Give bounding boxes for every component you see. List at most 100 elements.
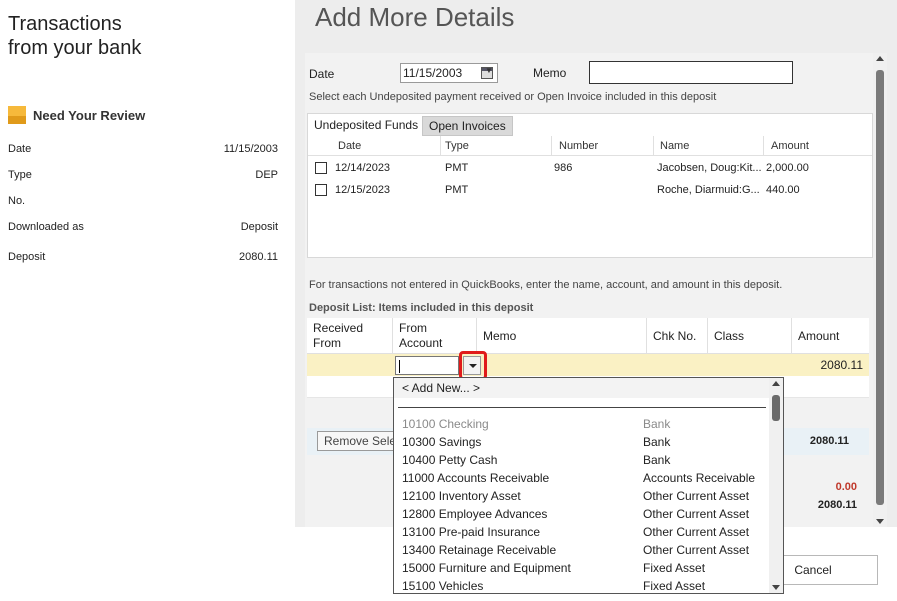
scroll-thumb[interactable] [876,70,884,505]
memo-label: Memo [533,66,567,80]
field-value: 2080.11 [239,251,278,263]
col-label: From [313,336,341,350]
field-label: Date [8,143,32,155]
memo-field[interactable] [589,61,793,84]
account-option[interactable]: 13100 Pre-paid Insurance Other Current A… [394,523,769,541]
account-name: 13100 Pre-paid Insurance [402,525,541,539]
row-type: PMT [445,162,469,174]
deposit-total: 2080.11 [817,499,857,511]
row-number: 986 [554,162,573,174]
panel-title-line2: from your bank [8,37,142,59]
scroll-up-icon[interactable] [772,381,780,386]
col-memo: Memo [477,318,647,354]
table-row[interactable]: 12/14/2023 PMT 986 Jacobsen, Doug:Kit...… [308,158,872,180]
select-checkbox[interactable] [315,184,327,196]
date-value: 11/15/2003 [403,66,463,80]
account-option[interactable]: 15100 Vehicles Fixed Asset [394,577,769,593]
field-type: Type DEP [8,169,278,181]
row-name: Roche, Diarmuid:G... [657,184,760,196]
col-amount: Amount [792,318,869,354]
account-name: 10300 Savings [402,435,482,449]
panel-title: Transactions from your bank [8,12,141,60]
account-option[interactable]: 15000 Furniture and Equipment Fixed Asse… [394,559,769,577]
account-name: 13400 Retainage Receivable [402,543,557,557]
add-new-option[interactable]: < Add New... > [394,378,769,398]
account-type: Accounts Receivable [643,471,756,485]
tab-undeposited-funds[interactable]: Undeposited Funds [308,116,425,136]
col-received-from: Received From [307,318,393,354]
field-deposit: Deposit 2080.11 [8,251,278,263]
col-type: Type [445,140,469,152]
account-type: Other Current Asset [643,543,750,557]
payments-grid: Undeposited Funds Open Invoices Date Typ… [307,113,873,258]
col-from-account: From Account [393,318,477,354]
not-entered-hint: For transactions not entered in QuickBoo… [309,279,783,291]
col-label: Received [313,321,364,335]
deposit-row-active[interactable] [307,354,869,376]
row-type: PMT [445,184,469,196]
date-label: Date [309,67,335,81]
account-option[interactable]: 11000 Accounts Receivable Accounts Recei… [394,469,769,487]
date-dropdown-arrow-icon[interactable]: ▼ [485,66,493,75]
dropdown-scrollbar[interactable] [769,378,783,593]
table-row[interactable]: 12/15/2023 PMT Roche, Diarmuid:G... 440.… [308,180,872,202]
field-label: Deposit [8,251,46,263]
row-name: Jacobsen, Doug:Kit... [657,162,762,174]
account-option[interactable]: 10300 Savings Bank [394,433,769,451]
account-type: Other Current Asset [643,525,750,539]
field-label: No. [8,195,26,207]
page-title: Add More Details [315,2,515,32]
deposit-row-amount[interactable]: 2080.11 [821,358,864,372]
account-type: Fixed Asset [643,579,706,593]
tab-open-invoices[interactable]: Open Invoices [422,116,513,136]
account-option[interactable]: 13400 Retainage Receivable Other Current… [394,541,769,559]
select-checkbox[interactable] [315,162,327,174]
account-name: 11000 Accounts Receivable [402,471,550,485]
scroll-up-icon[interactable] [876,56,884,61]
review-folder-icon [8,106,26,124]
payments-header: Date Type Number Name Amount [308,136,872,156]
field-downloaded-as: Downloaded as Deposit [8,221,278,233]
account-name: 15100 Vehicles [402,579,484,593]
account-type: Bank [643,435,671,449]
col-class: Class [708,318,792,354]
date-field[interactable]: 11/15/2003 [400,63,498,83]
deposit-subtotal: 2080.11 [809,435,849,447]
deposit-list-title: Deposit List: Items included in this dep… [309,302,534,314]
account-option[interactable]: 12100 Inventory Asset Other Current Asse… [394,487,769,505]
need-review-label: Need Your Review [33,107,146,123]
account-name: 12800 Employee Advances [402,507,548,521]
from-account-input[interactable] [395,356,459,375]
col-date: Date [338,140,362,152]
account-option[interactable]: 12800 Employee Advances Other Current As… [394,505,769,523]
account-type: Bank [643,453,671,467]
col-number: Number [559,140,599,152]
account-name: 10100 Checking [402,417,489,431]
bank-transaction-panel: Transactions from your bank Need Your Re… [0,0,295,527]
instruction-text: Select each Undeposited payment received… [309,91,717,103]
account-type: Other Current Asset [643,507,750,521]
col-chk-no: Chk No. [647,318,708,354]
scroll-down-icon[interactable] [876,519,884,524]
row-amount: 440.00 [766,184,800,196]
field-number: No. [8,195,278,207]
add-new-label: < Add New... > [402,381,481,395]
scroll-thumb[interactable] [772,395,780,421]
field-date: Date 11/15/2003 [8,143,278,155]
account-dropdown-list[interactable]: < Add New... > 10100 Checking Bank 10300… [393,377,784,594]
account-type: Bank [643,417,671,431]
account-type: Fixed Asset [643,561,706,575]
account-name: 15000 Furniture and Equipment [402,561,571,575]
account-option[interactable]: 10100 Checking Bank [394,415,769,433]
field-value: 11/15/2003 [223,143,278,155]
account-name: 10400 Petty Cash [402,453,498,467]
row-date: 12/14/2023 [335,162,391,174]
row-amount: 2,000.00 [766,162,809,174]
cash-back-total: 0.00 [835,481,857,493]
scroll-down-icon[interactable] [772,585,780,590]
need-review-header: Need Your Review [8,106,145,124]
col-name: Name [660,140,690,152]
account-option[interactable]: 10400 Petty Cash Bank [394,451,769,469]
account-type: Other Current Asset [643,489,750,503]
form-scrollbar[interactable] [873,53,887,527]
